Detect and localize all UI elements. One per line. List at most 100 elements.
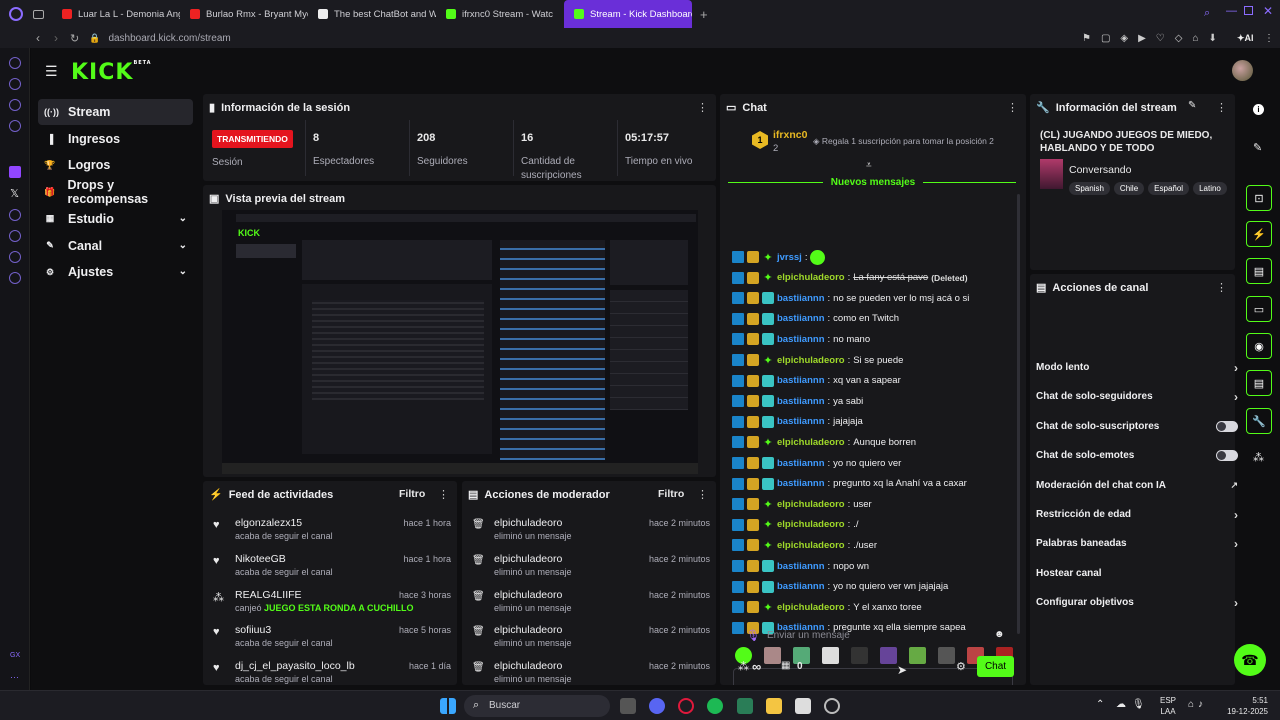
chat-message[interactable]: ✦ elpichuladeoro: Y el xanxo toree [732,598,922,616]
emote-icon[interactable] [880,647,897,664]
ai-button[interactable]: ✦AI [1237,33,1254,44]
pinned-icon[interactable]: ▦ [781,660,790,671]
collapse-icon[interactable]: ⩡ [866,160,872,171]
spotify-icon[interactable] [707,698,723,714]
discord-icon[interactable] [649,698,665,714]
chat-message[interactable]: bastiiannn: como en Twitch [732,310,899,328]
moderator-name[interactable]: elpichuladeoro [494,517,562,529]
moderator-name[interactable]: elpichuladeoro [494,660,562,672]
channel-action-restricción-de-edad[interactable]: Restricción de edad › [1036,500,1238,529]
top-gifter-name[interactable]: ifrxnc0 [773,129,807,141]
stream-tag[interactable]: Chile [1113,182,1145,195]
browser-tab[interactable]: Stream - Kick Dashboard [564,0,692,28]
channel-action-modo-lento[interactable]: Modo lento › [1036,353,1238,382]
moderator-name[interactable]: elpichuladeoro [494,624,562,636]
support-button[interactable]: ☎ [1234,644,1266,676]
chat-username[interactable]: bastiiannn [777,293,825,304]
sidebar-app-icon[interactable] [8,57,21,69]
stream-tag[interactable]: Spanish [1069,182,1110,195]
feed-username[interactable]: REALG4LIIFE [235,589,302,601]
file-explorer-icon[interactable] [766,698,782,714]
app-icon[interactable] [737,698,753,714]
chat-username[interactable]: bastiiannn [777,375,825,386]
browser-tab[interactable]: The best ChatBot and Wi [308,0,436,28]
feed-username[interactable]: NikoteeGB [235,553,286,565]
sidebar-app-icon[interactable] [8,99,21,111]
emote-icon[interactable] [909,647,926,664]
more-options-icon[interactable]: ⋮ [1007,101,1018,114]
tools-button[interactable]: 🔧 [1246,408,1272,434]
emoji-icon[interactable]: ☻ [994,629,1005,640]
chat-message[interactable]: bastiiannn: no mano [732,330,870,348]
feed-filter-button[interactable]: Filtro [399,488,425,500]
chat-username[interactable]: elpichuladeoro [777,355,845,366]
taskbar-search[interactable]: ⌕ Buscar [464,695,610,717]
chat-message[interactable]: ✦ elpichuladeoro: ./user [732,536,877,554]
emote-icon[interactable] [764,647,781,664]
sidebar-item-stream[interactable]: ((·)) Stream [38,99,193,125]
channel-action-configurar-objetivos[interactable]: Configurar objetivos › [1036,588,1238,617]
channel-action-moderación-del-chat-con-ia[interactable]: Moderación del chat con IA ↗ [1036,471,1238,500]
sidebar-app-icon[interactable] [8,251,21,263]
chat-username[interactable]: elpichuladeoro [777,602,845,613]
moderator-name[interactable]: elpichuladeoro [494,553,562,565]
browser-menu-icon[interactable]: ⋮ [1264,33,1274,44]
chat-message[interactable]: ✦ jvrssj: [732,248,826,266]
chat-username[interactable]: elpichuladeoro [777,499,845,510]
toggle-switch[interactable] [1216,420,1238,432]
store-icon[interactable] [795,698,811,714]
chat-username[interactable]: bastiiannn [777,396,825,407]
chat-message[interactable]: ✦ elpichuladeoro: La fany está pavo (Delete… [732,269,968,287]
chat-username[interactable]: elpichuladeoro [777,540,845,551]
browser-tab[interactable]: Burlao Rmx - Bryant Myer [180,0,308,28]
language-indicator[interactable]: ESP LAA [1160,695,1176,717]
chat-message[interactable]: ✦ elpichuladeoro: user [732,495,872,513]
send-chat-button[interactable]: Chat [977,656,1014,677]
sidebar-app-icon[interactable] [8,120,21,132]
mod-action-item[interactable]: 🗑 elpichuladeoro eliminó un mensaje hace 2 … [470,589,710,621]
task-view-icon[interactable] [620,698,636,714]
feed-username[interactable]: dj_cj_el_payasito_loco_lb [235,660,355,672]
extensions-icons[interactable]: ⚑▢◈▶♡◇⌂⬇ [1082,33,1227,44]
sidebar-item-drops-y-recompensas[interactable]: 🎁 Drops y recompensas [38,178,193,206]
sidebar-item-ingresos[interactable]: ▐ Ingresos [38,126,193,152]
chat-message[interactable]: ✦ elpichuladeoro: Si se puede [732,351,903,369]
chat-widget-button[interactable]: ▭ [1246,296,1272,322]
chat-username[interactable]: jvrssj [777,252,802,263]
tab-overview-icon[interactable] [33,9,44,19]
feed-item[interactable]: ♥ dj_cj_el_payasito_loco_lb acaba de segui… [211,660,451,685]
search-tabs-icon[interactable]: ⌕ [1204,7,1210,20]
toggle-switch[interactable] [1216,450,1238,462]
sidebar-app-icon[interactable] [8,230,21,242]
sidebar-app-icon[interactable] [8,209,21,221]
mod-action-item[interactable]: 🗑 elpichuladeoro eliminó un mensaje hace 2 … [470,553,710,585]
channel-action-chat-de-solo-emotes[interactable]: Chat de solo-emotes [1036,441,1238,470]
sidebar-app-icon[interactable] [8,78,21,90]
close-window-button[interactable]: ✕ [1263,4,1273,18]
x-icon[interactable]: 𝕏 [0,187,29,200]
feed-item[interactable]: ♥ NikoteeGB acaba de seguir el canal hace 1… [211,553,451,585]
browser-tab[interactable]: ifrxnc0 Stream - Watc [436,0,564,28]
more-options-icon[interactable]: ⋮ [1216,281,1227,294]
chat-username[interactable]: elpichuladeoro [777,437,845,448]
mod-filter-button[interactable]: Filtro [658,488,684,500]
chat-username[interactable]: elpichuladeoro [777,272,845,283]
channel-action-palabras-baneadas[interactable]: Palabras baneadas › [1036,529,1238,558]
channel-points-icon[interactable]: ⁂ [738,660,749,673]
chat-message[interactable]: bastiiannn: jajajaja [732,413,863,431]
chat-message[interactable]: ✦ elpichuladeoro: ./ [732,516,859,534]
category-name[interactable]: Conversando [1069,164,1131,176]
layout-button[interactable]: ⊡ [1246,185,1272,211]
broadcast-button[interactable]: ◉ [1246,333,1272,359]
user-avatar[interactable] [1232,60,1253,81]
new-tab-button[interactable]: + [700,7,708,22]
chat-message[interactable]: bastiiannn: nopo wn [732,557,869,575]
more-options-icon[interactable]: ⋮ [697,101,708,114]
more-options-icon[interactable]: ⋮ [697,488,708,501]
feed-item[interactable]: ♥ sofiiuu3 acaba de seguir el canal hace 5 … [211,624,451,656]
feed-item[interactable]: ⁂ REALG4LIIFE canjeó JUEGO ESTA RONDA A CU… [211,589,451,621]
feed-item[interactable]: ♥ elgonzalezx15 acaba de seguir el canal ha… [211,517,451,549]
quick-actions-button[interactable]: ⚡ [1246,221,1272,247]
chat-message[interactable]: bastiiannn: no se pueden ver lo msj acá o… [732,289,969,307]
emote-icon[interactable] [851,647,868,664]
